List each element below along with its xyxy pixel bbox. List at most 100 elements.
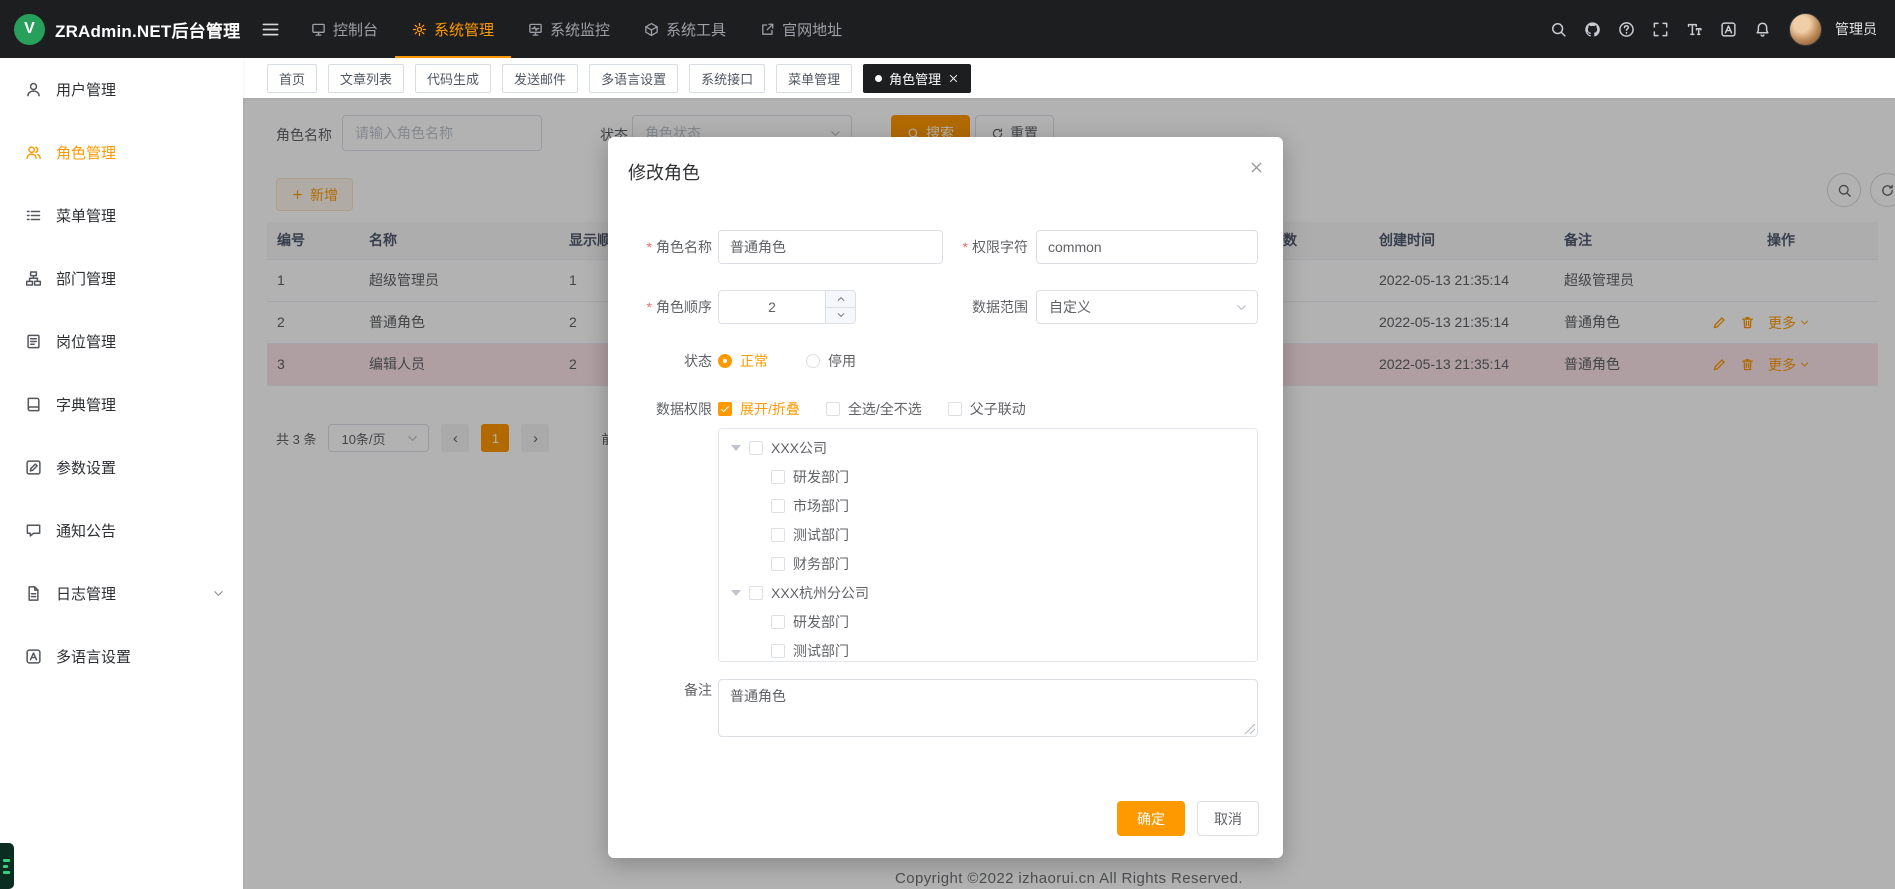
tab-send-mail[interactable]: 发送邮件 [502, 64, 578, 93]
close-icon[interactable] [948, 73, 959, 84]
bell-icon [1754, 21, 1771, 38]
logo-letter: V [24, 20, 35, 38]
close-icon [1249, 160, 1264, 175]
expand-collapse-checkbox[interactable]: 展开/折叠 [718, 399, 800, 419]
increment-button[interactable] [826, 291, 855, 308]
checkbox-icon[interactable] [771, 644, 785, 658]
status-disabled-radio[interactable]: 停用 [806, 351, 856, 371]
docs-button[interactable] [1611, 14, 1641, 44]
tree-node[interactable]: XXX杭州分公司 [719, 578, 1257, 607]
app-window: V ZRAdmin.NET后台管理 控制台系统管理系统监控 系统工具官网地址 管理… [0, 0, 1895, 889]
data-perm-label: 数据权限 [608, 392, 712, 426]
status-disabled-label: 停用 [828, 351, 856, 371]
sidebar-item-dept-manage[interactable]: 部门管理 [0, 247, 243, 310]
sidebar-item-i18n-setting[interactable]: 多语言设置 [0, 625, 243, 688]
checkbox-icon[interactable] [771, 615, 785, 629]
nav-item-system-tools[interactable]: 系统工具 [627, 0, 743, 58]
tree-node[interactable]: 研发部门 [719, 607, 1257, 636]
data-scope-select[interactable]: 自定义 [1036, 290, 1258, 324]
chevron-down-icon [212, 587, 225, 600]
chevron-down-icon [836, 310, 846, 320]
sidebar-item-log-manage[interactable]: 日志管理 [0, 562, 243, 625]
font-size-button[interactable] [1679, 14, 1709, 44]
confirm-button[interactable]: 确定 [1117, 801, 1185, 836]
search-icon [1550, 21, 1567, 38]
tree-node[interactable]: 市场部门 [719, 491, 1257, 520]
remark-textarea[interactable]: 普通角色 [718, 679, 1258, 737]
tree-node[interactable]: XXX公司 [719, 433, 1257, 462]
nav-item-website[interactable]: 官网地址 [743, 0, 859, 58]
tab-label: 首页 [279, 69, 305, 88]
select-all-label: 全选/全不选 [848, 399, 922, 419]
checkbox-icon[interactable] [771, 528, 785, 542]
cancel-button[interactable]: 取消 [1197, 801, 1259, 836]
role-icon [25, 144, 42, 161]
widget-bar [3, 871, 10, 874]
tab-i18n-setting[interactable]: 多语言设置 [589, 64, 678, 93]
tab-label: 多语言设置 [601, 69, 666, 88]
checkbox-icon[interactable] [749, 441, 763, 455]
checkbox-checked-icon [718, 402, 732, 416]
role-order-label-text: 角色顺序 [656, 299, 712, 315]
parent-child-link-checkbox[interactable]: 父子联动 [948, 399, 1026, 419]
role-order-label: 角色顺序 [608, 290, 712, 324]
sidebar-item-menu-manage[interactable]: 菜单管理 [0, 184, 243, 247]
tree-node[interactable]: 研发部门 [719, 462, 1257, 491]
caret-down-icon[interactable] [731, 445, 741, 451]
role-order-value: 2 [719, 291, 825, 323]
tab-article-list[interactable]: 文章列表 [328, 64, 404, 93]
cube-icon [644, 22, 659, 37]
avatar[interactable] [1789, 13, 1822, 46]
fullscreen-button[interactable] [1645, 14, 1675, 44]
sidebar-item-notice[interactable]: 通知公告 [0, 499, 243, 562]
notification-button[interactable] [1747, 14, 1777, 44]
checkbox-icon [826, 402, 840, 416]
sidebar-item-label: 用户管理 [56, 79, 116, 100]
sidebar-item-post-manage[interactable]: 岗位管理 [0, 310, 243, 373]
corner-widget[interactable] [0, 843, 14, 889]
select-all-checkbox[interactable]: 全选/全不选 [826, 399, 922, 419]
font-size-icon [1686, 21, 1703, 38]
resize-handle[interactable] [1244, 722, 1256, 734]
hamburger-icon [261, 20, 280, 39]
github-button[interactable] [1577, 14, 1607, 44]
nav-item-system-monitor[interactable]: 系统监控 [511, 0, 627, 58]
tree-node[interactable]: 测试部门 [719, 520, 1257, 549]
edit-role-dialog: 修改角色 角色名称 权限字符 角色顺序 2 数据范围 自定义 状态 [608, 137, 1283, 858]
checkbox-icon[interactable] [749, 586, 763, 600]
sidebar-item-dict-manage[interactable]: 字典管理 [0, 373, 243, 436]
sidebar-item-param-setting[interactable]: 参数设置 [0, 436, 243, 499]
checkbox-icon[interactable] [771, 499, 785, 513]
tab-code-gen[interactable]: 代码生成 [415, 64, 491, 93]
sidebar-toggle-button[interactable] [261, 20, 280, 39]
tab-system-api[interactable]: 系统接口 [689, 64, 765, 93]
sidebar-item-user-manage[interactable]: 用户管理 [0, 58, 243, 121]
status-normal-radio[interactable]: 正常 [718, 351, 768, 371]
nav-item-system-manage[interactable]: 系统管理 [395, 0, 511, 58]
tab-role-manage[interactable]: 角色管理 [863, 64, 971, 93]
param-icon [25, 459, 42, 476]
header: V ZRAdmin.NET后台管理 控制台系统管理系统监控 系统工具官网地址 管理… [0, 0, 1895, 58]
tab-menu-manage[interactable]: 菜单管理 [776, 64, 852, 93]
close-button[interactable] [1249, 160, 1264, 175]
expand-collapse-label: 展开/折叠 [740, 399, 800, 419]
language-button[interactable] [1713, 14, 1743, 44]
tab-home[interactable]: 首页 [267, 64, 317, 93]
dict-icon [25, 396, 42, 413]
decrement-button[interactable] [826, 308, 855, 324]
caret-down-icon[interactable] [731, 590, 741, 596]
checkbox-icon[interactable] [771, 470, 785, 484]
tree-node[interactable]: 测试部门 [719, 636, 1257, 662]
tree-node[interactable]: 财务部门 [719, 549, 1257, 578]
role-order-input[interactable]: 2 [718, 290, 856, 324]
header-search-button[interactable] [1543, 14, 1573, 44]
checkbox-icon[interactable] [771, 557, 785, 571]
perm-char-input[interactable] [1036, 230, 1258, 264]
username[interactable]: 管理员 [1835, 19, 1877, 39]
status-normal-label: 正常 [740, 351, 768, 371]
sidebar-item-role-manage[interactable]: 角色管理 [0, 121, 243, 184]
logo-area[interactable]: V ZRAdmin.NET后台管理 [0, 14, 243, 45]
nav-item-console[interactable]: 控制台 [294, 0, 395, 58]
tree-option-checkboxes: 展开/折叠 全选/全不选 父子联动 [718, 392, 1026, 426]
nav-item-label: 系统工具 [666, 19, 726, 40]
